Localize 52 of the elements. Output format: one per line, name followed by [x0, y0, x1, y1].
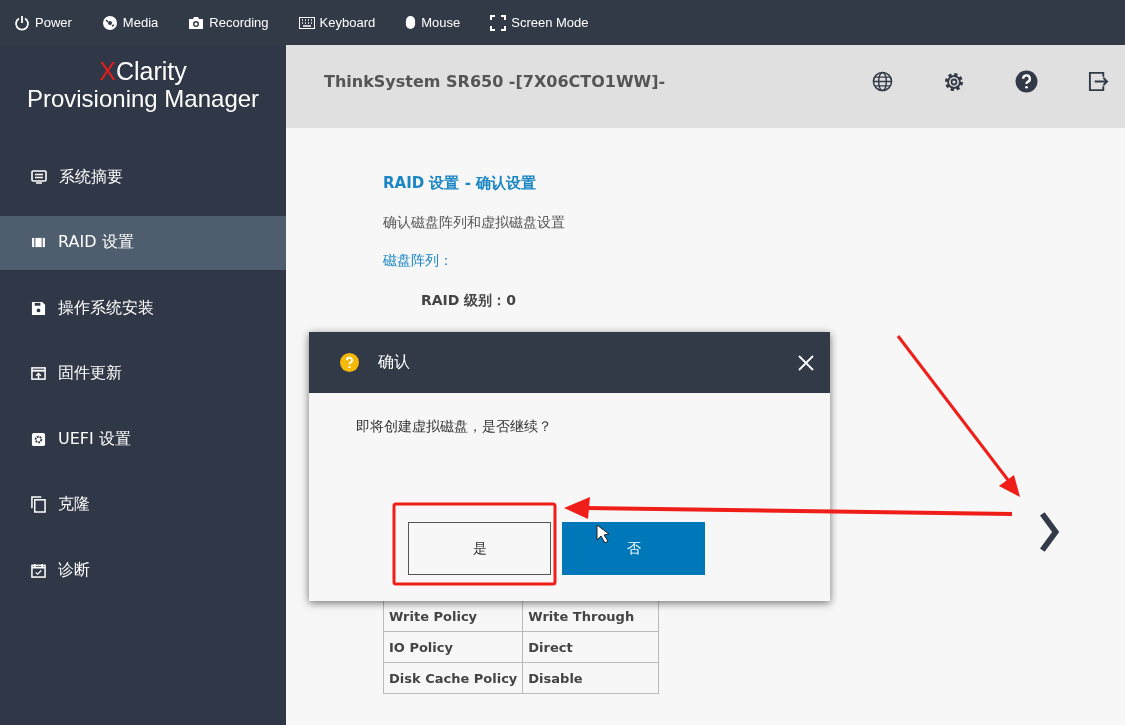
toolbar-button[interactable]: Mouse [405, 15, 461, 30]
system-title: ThinkSystem SR650 -[7X06CTO1WW]- [324, 72, 667, 91]
upload-icon [31, 366, 46, 381]
keyboard-icon [298, 16, 315, 29]
calendar-check-icon [31, 562, 46, 578]
table-cell: Disable [522, 662, 659, 694]
gear-icon [31, 431, 46, 447]
settings-icon [943, 70, 965, 93]
toolbar-button[interactable]: Keyboard [298, 15, 376, 30]
monitor-icon [31, 169, 47, 185]
section-heading: 磁盘阵列： [383, 252, 454, 270]
dialog-button[interactable]: 是 [408, 522, 551, 575]
camera-icon [188, 14, 205, 31]
sidebar-item[interactable]: 克隆 [0, 477, 286, 532]
mouse-icon [405, 15, 417, 30]
power-icon [14, 14, 30, 31]
exit-icon [1088, 71, 1109, 92]
header-button[interactable] [872, 71, 893, 92]
close-button[interactable] [798, 354, 814, 371]
header-button[interactable] [1088, 71, 1109, 92]
table-cell: IO Policy [383, 631, 523, 663]
toolbar-button[interactable]: Recording [188, 14, 269, 31]
fullscreen-icon [490, 14, 507, 31]
disc-icon [101, 14, 118, 31]
cursor-icon [596, 524, 610, 544]
sidebar-item[interactable]: 诊断 [0, 543, 286, 597]
header-button[interactable] [1015, 70, 1038, 93]
copy-icon [31, 496, 46, 513]
toolbar-button[interactable]: Power [14, 14, 72, 31]
disk-array-icon [31, 237, 46, 248]
close-icon [798, 354, 814, 371]
page-title: RAID 设置 - 确认设置 [383, 174, 538, 194]
raid-level-label: RAID 级别：0 [421, 292, 518, 310]
sidebar-item[interactable]: RAID 设置 [0, 215, 286, 270]
toolbar-button[interactable]: Media [101, 14, 159, 31]
sidebar-item[interactable]: 系统摘要 [0, 150, 286, 204]
table-cell: Disk Cache Policy [383, 662, 523, 694]
table-cell: Direct [522, 631, 659, 663]
toolbar-button[interactable]: Screen Mode [490, 14, 589, 31]
sidebar-item[interactable]: UEFI 设置 [0, 412, 286, 466]
header-button[interactable] [943, 70, 965, 93]
logo-wordmark: XClarity [99, 58, 187, 85]
product-name: Provisioning Manager [26, 85, 260, 113]
dialog-button[interactable]: 否 [562, 522, 705, 575]
help-icon [1015, 70, 1038, 93]
page-subtitle: 确认磁盘阵列和虚拟磁盘设置 [383, 214, 566, 232]
dialog-message: 即将创建虚拟磁盘，是否继续？ [356, 418, 553, 436]
globe-icon [872, 71, 893, 92]
dialog-title: 确认 [378, 352, 411, 373]
sidebar-item[interactable]: 固件更新 [0, 346, 286, 401]
sidebar-item[interactable]: 操作系统安装 [0, 281, 286, 335]
question-icon [340, 353, 359, 372]
